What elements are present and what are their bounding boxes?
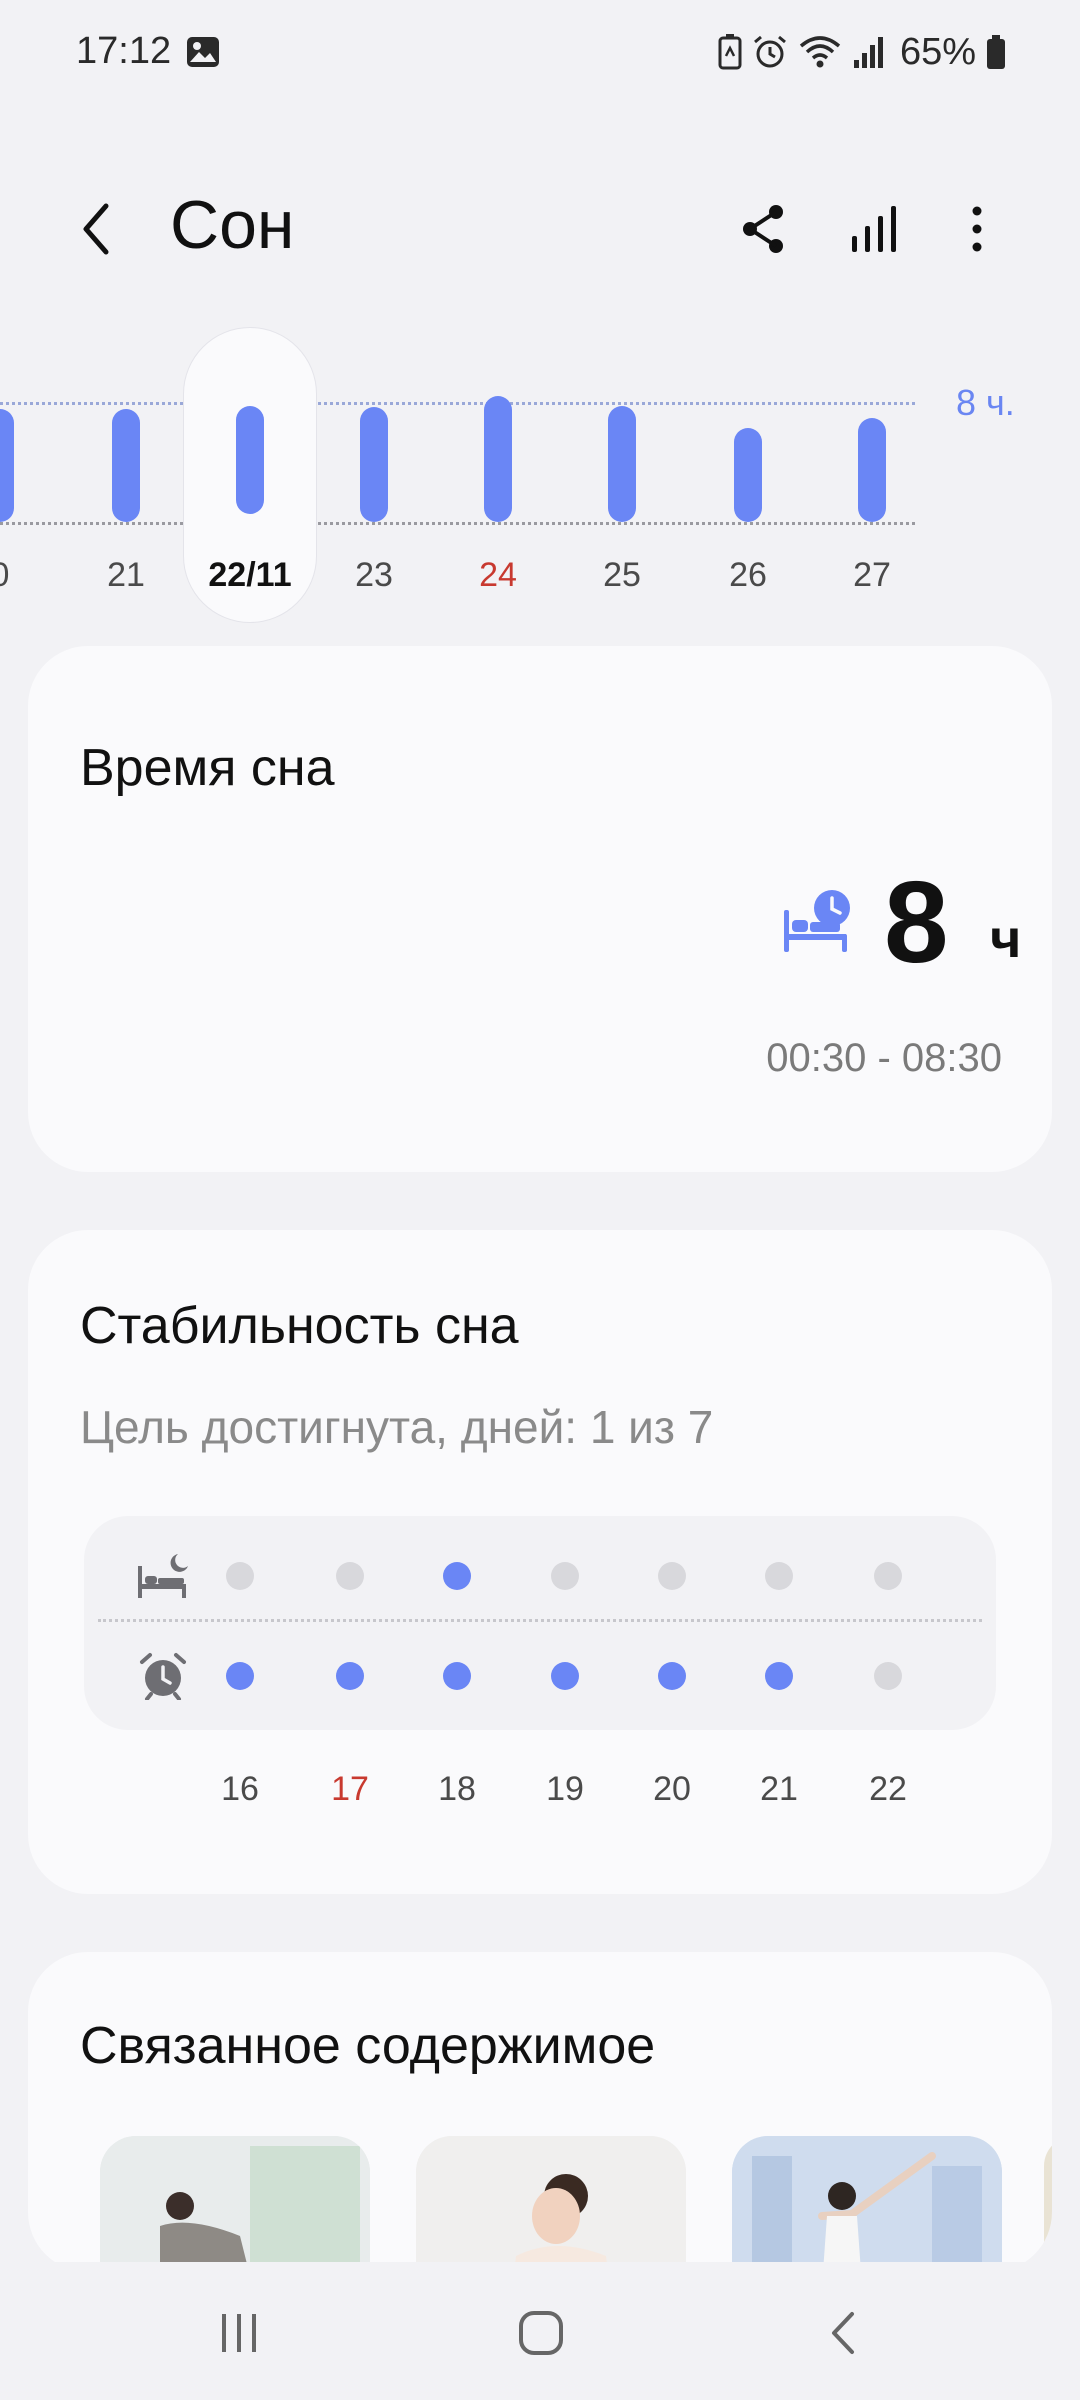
stats-icon <box>852 206 896 252</box>
day-label: 25 <box>603 556 641 594</box>
related-content-thumbnail[interactable] <box>732 2136 1002 2272</box>
day-column[interactable]: 25 <box>572 320 672 630</box>
signal-icon <box>853 37 883 68</box>
day-label: 26 <box>729 556 767 594</box>
status-time: 17:12 <box>76 30 172 72</box>
day-column[interactable]: 23 <box>324 320 424 630</box>
bedtime-dot <box>443 1562 471 1590</box>
day-column[interactable]: 27 <box>822 320 922 630</box>
status-icons: 65% <box>718 28 1006 76</box>
wake-dot <box>226 1662 254 1690</box>
statistics-button[interactable] <box>840 194 910 264</box>
share-button[interactable] <box>728 194 798 264</box>
stability-panel <box>84 1516 996 1730</box>
sleep-day-chart: 8 ч. 0 21 22/11 23 24 25 26 27 <box>0 320 1080 630</box>
wake-dot <box>443 1662 471 1690</box>
card-title: Время сна <box>80 739 335 797</box>
sleep-stability-card[interactable]: Стабильность сна Цель достигнута, дней: … <box>28 1230 1052 1894</box>
thumbnail-image <box>416 2136 686 2272</box>
bedtime-dot <box>658 1562 686 1590</box>
battery-icon <box>987 35 1005 69</box>
home-icon <box>519 2311 563 2355</box>
sleep-hours-value: 8 <box>884 857 949 987</box>
wake-alarm-icon <box>140 1653 186 1700</box>
alarm-icon <box>753 35 786 68</box>
stability-day-label: 21 <box>760 1770 798 1808</box>
stability-day-label: 19 <box>546 1770 584 1808</box>
wake-dot <box>658 1662 686 1690</box>
stability-subtitle: Цель достигнута, дней: 1 из 7 <box>80 1401 714 1453</box>
related-content-thumbnail[interactable] <box>1044 2136 1052 2272</box>
related-content-card: Связанное содержимое <box>28 1952 1052 2272</box>
card-title: Связанное содержимое <box>80 2017 656 2075</box>
status-bar: 17:12 65% <box>0 0 1080 104</box>
home-button[interactable] <box>496 2298 586 2368</box>
day-column[interactable]: 22/11 <box>200 320 300 630</box>
system-navigation-bar <box>0 2262 1080 2400</box>
stability-day-label: 22 <box>869 1770 907 1808</box>
recents-icon <box>222 2314 256 2352</box>
bed-clock-icon <box>784 890 850 952</box>
day-label: 23 <box>355 556 393 594</box>
sleep-bar <box>0 408 14 522</box>
nav-back-button[interactable] <box>800 2298 890 2368</box>
back-button[interactable] <box>70 194 130 264</box>
wake-dot <box>765 1662 793 1690</box>
back-icon <box>83 203 109 255</box>
thumbnail-image <box>100 2136 370 2272</box>
day-column[interactable]: 26 <box>698 320 798 630</box>
sleep-bar <box>112 408 140 522</box>
share-icon <box>743 205 783 253</box>
card-title: Стабильность сна <box>80 1297 519 1355</box>
sleep-time-range: 00:30 - 08:30 <box>766 1036 1002 1080</box>
goal-label: 8 ч. <box>956 382 1015 423</box>
day-label: 27 <box>853 556 891 594</box>
sleep-bar <box>608 406 636 522</box>
sleep-bar <box>858 417 886 522</box>
day-label: 21 <box>107 556 145 594</box>
stability-day-label: 16 <box>221 1770 259 1808</box>
day-column[interactable]: 24 <box>448 320 548 630</box>
bedtime-dot <box>226 1562 254 1590</box>
bedtime-dot <box>874 1562 902 1590</box>
day-label: 0 <box>0 556 50 595</box>
nav-back-icon <box>832 2312 854 2354</box>
sleep-bar <box>236 406 264 514</box>
wake-dot <box>551 1662 579 1690</box>
sleep-bar <box>360 407 388 522</box>
wake-dot <box>336 1662 364 1690</box>
sleep-time-card[interactable]: Время сна 8 ч 00:30 - 08:30 <box>28 646 1052 1172</box>
recents-button[interactable] <box>194 2298 284 2368</box>
day-column[interactable]: 0 <box>0 320 50 630</box>
sleep-bar <box>734 427 762 522</box>
stability-day-label: 18 <box>438 1770 476 1808</box>
more-icon <box>972 206 982 252</box>
battery-saver-icon <box>718 34 742 70</box>
wifi-icon <box>799 36 841 68</box>
stability-day-label: 20 <box>653 1770 691 1808</box>
related-content-thumbnail[interactable] <box>100 2136 370 2272</box>
sleep-hours-unit: ч <box>990 909 1022 969</box>
day-label: 24 <box>479 556 517 594</box>
bedtime-dot <box>336 1562 364 1590</box>
wake-dot <box>874 1662 902 1690</box>
thumbnail-image <box>732 2136 1002 2272</box>
bedtime-icon <box>138 1554 188 1598</box>
stability-divider <box>98 1619 982 1622</box>
related-content-thumbnail[interactable] <box>416 2136 686 2272</box>
bedtime-dot <box>551 1562 579 1590</box>
day-label: 22/11 <box>208 556 292 594</box>
app-header: Сон <box>0 170 1080 290</box>
stability-day-label: 17 <box>331 1770 369 1808</box>
sleep-bar <box>484 395 512 522</box>
bedtime-dot <box>765 1562 793 1590</box>
battery-percent: 65% <box>899 30 976 73</box>
day-column[interactable]: 21 <box>76 320 176 630</box>
more-options-button[interactable] <box>942 194 1012 264</box>
photo-icon <box>187 37 219 67</box>
page-title: Сон <box>170 187 295 263</box>
